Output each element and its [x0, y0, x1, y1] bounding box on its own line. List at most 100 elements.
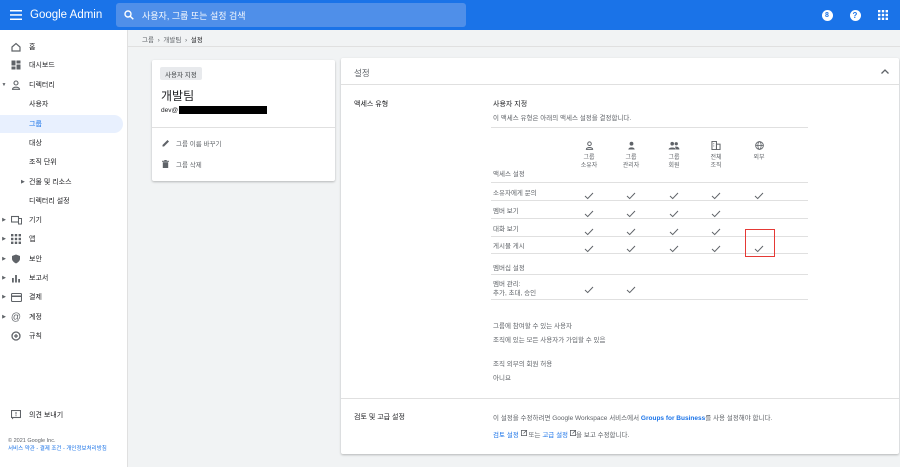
- globe-icon: [742, 141, 776, 151]
- collapse-chevron-icon[interactable]: [879, 65, 891, 77]
- check-icon: [584, 187, 594, 200]
- review-links-line: 검토 설정 또는 고급 설정 을 보고 수정합니다.: [493, 429, 629, 439]
- sidebar-item-targets[interactable]: 대상: [0, 134, 123, 152]
- sidebar-item-label: 보안: [29, 256, 42, 263]
- check-icon: [626, 281, 636, 294]
- check-icon: [626, 187, 636, 200]
- dashboard-icon: [10, 59, 22, 71]
- search-placeholder: 사용자, 그룹 또는 설정 검색: [142, 10, 246, 21]
- breadcrumb-item[interactable]: 그룹: [142, 37, 154, 44]
- sidebar-item-label: 대시보드: [29, 62, 55, 69]
- check-icon: [754, 187, 764, 200]
- divider: [491, 299, 808, 300]
- sidebar-item-directory-settings[interactable]: 디렉터리 설정: [0, 192, 123, 210]
- delete-group-label: 그룹 삭제: [176, 162, 202, 169]
- review-end-text: 을 보고 수정합니다.: [576, 432, 630, 439]
- app-title[interactable]: Google Admin: [30, 9, 102, 21]
- sidebar-item-label: 디렉터리 설정: [29, 198, 70, 205]
- sidebar-item-rules[interactable]: 규칙: [0, 327, 123, 345]
- person-icon: [572, 141, 606, 151]
- divider: [491, 200, 808, 201]
- review-mid-text: 또는: [526, 432, 543, 439]
- check-icon: [669, 187, 679, 200]
- sidebar-item-devices[interactable]: ▶ 기기: [0, 211, 123, 229]
- group-email-prefix: dev@: [161, 106, 179, 114]
- column-header-line2: 소유자: [580, 162, 598, 169]
- sidebar-item-label: 앱: [29, 236, 36, 243]
- groups-for-business-link[interactable]: Groups for Business: [641, 415, 705, 422]
- breadcrumb: 그룹 › 개발팀 › 설정: [142, 34, 203, 44]
- sidebar-item-users[interactable]: 사용자: [0, 95, 123, 113]
- devices-icon: [10, 214, 22, 226]
- check-icon: [711, 223, 721, 236]
- column-header-line2: 조직: [710, 162, 722, 169]
- feedback-icon: [10, 409, 22, 421]
- sidebar-item-home[interactable]: 홈: [0, 38, 123, 56]
- column-header-line1: 그룹: [668, 155, 680, 161]
- person-icon: [614, 141, 648, 151]
- column-header-line2: 관리자: [622, 162, 640, 169]
- sidebar-item-directory[interactable]: ▼ 디렉터리: [0, 76, 123, 94]
- access-type-value: 사용자 지정: [493, 101, 528, 108]
- sidebar-item-apps[interactable]: ▶ 앱: [0, 230, 123, 248]
- sidebar-item-groups[interactable]: 그룹: [0, 115, 123, 133]
- column-header-members: 그룹 회원: [657, 141, 691, 170]
- check-icon: [711, 240, 721, 253]
- notifications-button[interactable]: 8: [816, 0, 838, 30]
- footer-links-text[interactable]: 서비스 약관 - 결제 조건 - 개인정보처리방침: [8, 446, 107, 452]
- help-button[interactable]: ?: [844, 0, 866, 30]
- sidebar-item-account[interactable]: ▶ @ 계정: [0, 308, 123, 326]
- member-management-label-line2: 추가, 초대, 승인: [493, 290, 537, 297]
- breadcrumb-item[interactable]: 개발팀: [163, 37, 181, 44]
- column-header-organization: 전체 조직: [699, 141, 733, 170]
- footer-links: 서비스 약관 - 결제 조건 - 개인정보처리방침: [8, 445, 120, 453]
- sidebar-item-reports[interactable]: ▶ 보고서: [0, 269, 123, 287]
- access-type-description: 이 액세스 유형은 아래의 액세스 설정을 결정합니다.: [493, 115, 632, 122]
- sidebar-item-label: 건물 및 리소스: [29, 179, 72, 186]
- divider: [491, 182, 808, 183]
- settings-header[interactable]: 설정: [341, 58, 899, 85]
- advanced-settings-link[interactable]: 고급 설정: [542, 429, 568, 439]
- search-input[interactable]: 사용자, 그룹 또는 설정 검색: [116, 3, 466, 27]
- row-label: 대화 보기: [493, 226, 519, 233]
- check-icon: [584, 205, 594, 218]
- group-name: 개발팀: [161, 89, 195, 103]
- sidebar-item-billing[interactable]: ▶ 결제: [0, 288, 123, 306]
- access-type-chip: 사용자 지정: [160, 67, 202, 80]
- expand-right-icon: ▶: [21, 179, 25, 185]
- sidebar-item-label: 보고서: [29, 275, 49, 282]
- top-app-bar: Google Admin 사용자, 그룹 또는 설정 검색 8 ?: [0, 0, 900, 30]
- breadcrumb-separator-icon: ›: [183, 37, 189, 44]
- sidebar-item-buildings-resources[interactable]: ▶ 건물 및 리소스: [0, 173, 123, 191]
- expand-right-icon: ▶: [2, 294, 6, 300]
- main-menu-button[interactable]: [0, 0, 32, 30]
- notification-count-badge: 8: [821, 9, 833, 21]
- delete-group-button[interactable]: 그룹 삭제: [162, 159, 202, 169]
- at-icon: @: [10, 311, 22, 323]
- highlight-box: [745, 229, 775, 257]
- apps-icon: [10, 233, 22, 245]
- sidebar-item-org-units[interactable]: 조직 단위: [0, 153, 123, 171]
- hamburger-icon: [10, 10, 22, 20]
- sidebar-item-label: 결제: [29, 294, 42, 301]
- sidebar-item-security[interactable]: ▶ 보안: [0, 250, 123, 268]
- external-members-value: 아니요: [493, 375, 511, 382]
- review-settings-link[interactable]: 검토 설정: [493, 429, 519, 439]
- app-launcher-button[interactable]: [872, 0, 894, 30]
- rename-group-button[interactable]: 그룹 이름 바꾸기: [162, 138, 221, 148]
- trash-icon: [162, 160, 172, 168]
- sidebar-item-label: 계정: [29, 314, 42, 321]
- column-header-line1: 외부: [753, 155, 765, 161]
- breadcrumb-separator-icon: ›: [155, 37, 162, 44]
- expand-right-icon: ▶: [2, 314, 6, 320]
- sidebar-item-label: 그룹: [29, 121, 42, 128]
- review-desc-suffix: 를 사용 설정해야 합니다.: [705, 415, 773, 422]
- sidebar-item-dashboard[interactable]: 대시보드: [0, 56, 123, 74]
- card-divider: [152, 127, 335, 128]
- sidebar-item-label: 홈: [29, 44, 36, 51]
- expand-right-icon: ▶: [2, 217, 6, 223]
- check-icon: [626, 205, 636, 218]
- expand-down-icon: ▼: [1, 82, 7, 88]
- send-feedback-button[interactable]: 의견 보내기: [0, 406, 123, 424]
- copyright-text: © 2021 Google Inc.: [8, 438, 56, 444]
